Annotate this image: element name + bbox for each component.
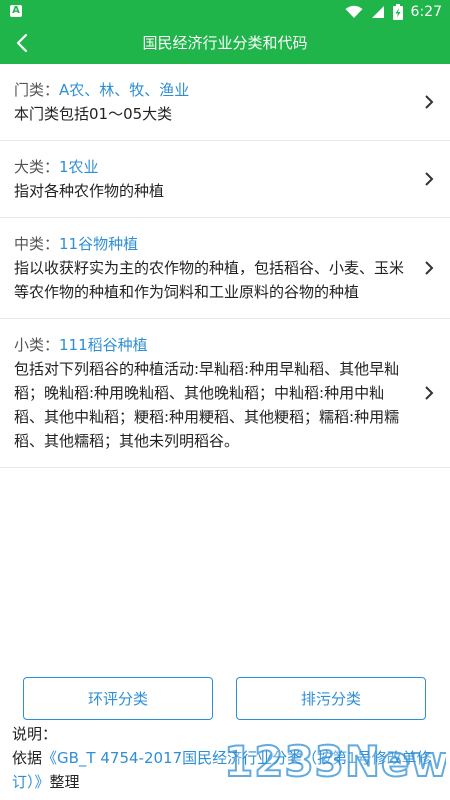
item-head: 中类：11谷物种植 — [14, 232, 406, 256]
list-item-category-division[interactable]: 大类：1农业 指对各种农作物的种植 — [0, 141, 450, 218]
item-description: 包括对下列稻谷的种植活动:早籼稻:种用早籼稻、其他早籼稻；晚籼稻:种用晚籼稻、其… — [14, 360, 400, 450]
item-head: 门类：A农、林、牧、渔业 — [14, 78, 406, 102]
svg-text:1233News: 1233News — [224, 737, 446, 784]
item-value: 11谷物种植 — [59, 235, 139, 253]
back-button[interactable] — [6, 27, 38, 59]
chevron-right-icon — [425, 95, 434, 109]
app-screen: A 6:27 国民经济行业分类和代码 门类：A农、林、牧、渔业 本门类包括01～… — [0, 0, 450, 800]
eia-classification-button[interactable]: 环评分类 — [23, 677, 213, 720]
page-title: 国民经济行业分类和代码 — [142, 34, 308, 52]
status-icons: 6:27 — [337, 2, 442, 21]
item-head: 大类：1农业 — [14, 155, 406, 179]
list-item-category-class[interactable]: 小类：111稻谷种植 包括对下列稻谷的种植活动:早籼稻:种用早籼稻、其他早籼稻；… — [0, 319, 450, 468]
battery-charging-icon — [392, 3, 403, 20]
pollutant-discharge-classification-button[interactable]: 排污分类 — [236, 677, 426, 720]
watermark-logo: 1233News — [223, 736, 446, 784]
item-label: 门类： — [14, 81, 60, 99]
note-prefix: 依据 — [12, 749, 43, 767]
item-head: 小类：111稻谷种植 — [14, 333, 406, 357]
item-value: A农、林、牧、渔业 — [59, 81, 190, 99]
toolbar: 国民经济行业分类和代码 — [0, 23, 450, 64]
category-list: 门类：A农、林、牧、渔业 本门类包括01～05大类 大类：1农业 指对各种农作物… — [0, 64, 450, 468]
item-value: 1农业 — [59, 158, 99, 176]
wifi-icon — [345, 5, 363, 18]
list-item-category-section[interactable]: 门类：A农、林、牧、渔业 本门类包括01～05大类 — [0, 64, 450, 141]
status-bar: A 6:27 — [0, 0, 450, 23]
item-value: 111稻谷种植 — [59, 336, 148, 354]
note-suffix: 整理 — [49, 773, 80, 791]
chevron-right-icon — [425, 386, 434, 400]
item-label: 大类： — [14, 158, 60, 176]
back-arrow-icon — [16, 33, 28, 53]
chevron-right-icon — [425, 172, 434, 186]
item-description: 本门类包括01～05大类 — [14, 105, 173, 123]
list-item-category-group[interactable]: 中类：11谷物种植 指以收获籽实为主的农作物的种植，包括稻谷、小麦、玉米等农作物… — [0, 218, 450, 319]
cellular-signal-icon — [371, 5, 384, 18]
item-label: 小类： — [14, 336, 60, 354]
status-time: 6:27 — [410, 3, 442, 20]
item-description: 指以收获籽实为主的农作物的种植，包括稻谷、小麦、玉米等农作物的种植和作为饲料和工… — [14, 259, 405, 301]
chevron-right-icon — [425, 261, 434, 275]
app-notification-icon: A — [10, 5, 22, 17]
item-label: 中类： — [14, 235, 60, 253]
item-description: 指对各种农作物的种植 — [14, 182, 165, 200]
